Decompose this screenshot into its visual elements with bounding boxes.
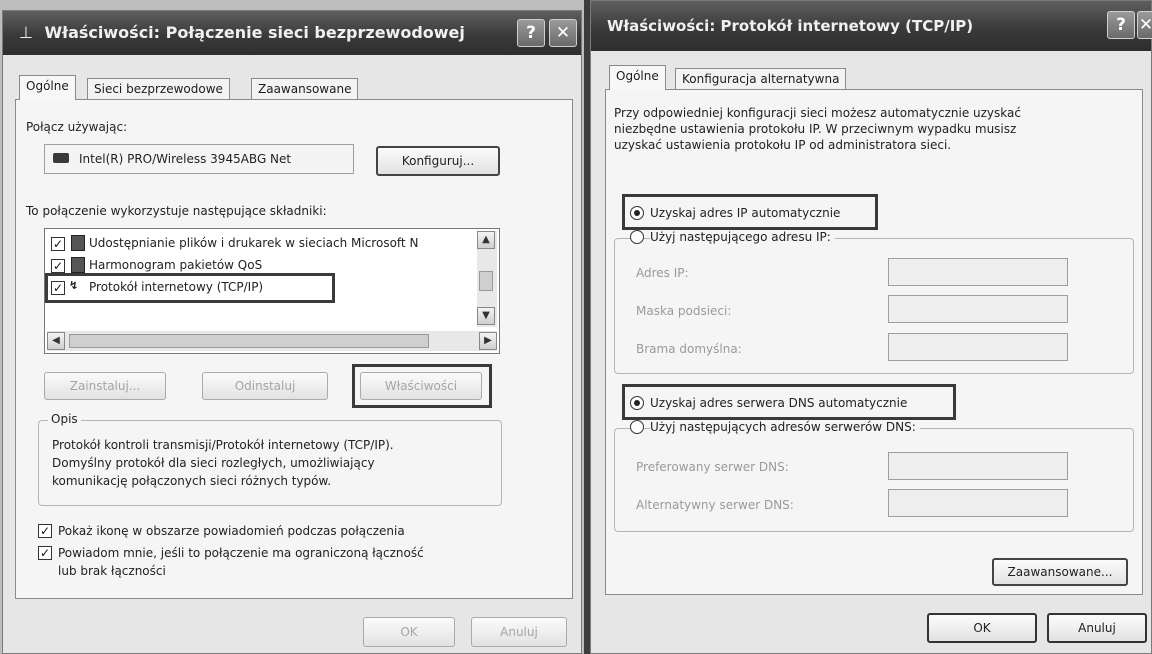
adapter-field: Intel(R) PRO/Wireless 3945ABG Net [44,144,354,174]
uninstall-button-label: Odinstaluj [234,379,296,393]
install-button[interactable]: Zainstaluj... [44,372,166,400]
cancel-button[interactable]: Anuluj [471,617,567,647]
intro-line: uzyskać ustawienia protokołu IP od admin… [614,138,952,152]
qos-scheduler-icon [71,257,85,273]
components-label: To połączenie wykorzystuje następujące s… [26,204,327,218]
manual-dns-radio[interactable] [630,420,644,434]
ip-address-label: Adres IP: [636,266,689,280]
right-title-bar[interactable]: Właściwości: Protokół internetowy (TCP/I… [591,1,1151,51]
general-tab-panel: Połącz używając: Intel(R) PRO/Wireless 3… [15,99,573,599]
component-label[interactable]: Harmonogram pakietów QoS [89,258,262,272]
component-checkbox[interactable]: ✓ [51,237,65,251]
preferred-dns-field[interactable] [888,452,1068,480]
cancel-button-label: Anuluj [1078,621,1116,635]
preferred-dns-label: Preferowany serwer DNS: [636,460,789,474]
subnet-label: Maska podsieci: [636,304,732,318]
notify-label-continued[interactable]: lub brak łączności [58,564,166,578]
install-button-label: Zainstaluj... [69,379,141,393]
window-app-icon: ⊥ [19,23,33,42]
intro-line: niezbędne ustawienia protokołu IP. W prz… [614,122,1017,136]
network-share-icon [71,235,85,251]
show-icon-checkbox[interactable]: ✓ [38,524,52,538]
alternate-dns-field[interactable] [888,489,1068,517]
ok-button[interactable]: OK [927,613,1037,643]
description-line: Protokół kontroli transmisji/Protokół in… [52,438,394,452]
network-card-icon [53,153,69,163]
close-button[interactable]: ✕ [1137,11,1152,39]
description-group-title: Opis [48,412,81,426]
scroll-thumb[interactable] [479,271,493,291]
advanced-button[interactable]: Zaawansowane... [992,558,1128,586]
description-line: komunikację połączonych sieci różnych ty… [52,474,332,488]
ok-button-label: OK [400,625,418,639]
cancel-button-label: Anuluj [500,625,538,639]
tab-general[interactable]: Ogólne [19,75,76,100]
tab-wireless-networks[interactable]: Sieci bezprzewodowe [87,78,230,100]
show-icon-label[interactable]: Pokaż ikonę w obszarze powiadomień podcz… [58,524,405,538]
tcpip-properties-window: Właściwości: Protokół internetowy (TCP/I… [590,0,1152,654]
ok-button[interactable]: OK [363,617,455,647]
uninstall-button[interactable]: Odinstaluj [202,372,328,400]
scroll-right-icon[interactable]: ▶ [479,332,497,350]
gateway-field[interactable] [888,333,1068,361]
scroll-left-icon[interactable]: ◀ [47,332,65,350]
scroll-down-icon[interactable]: ▼ [477,307,495,325]
horizontal-scrollbar[interactable]: ◀ ▶ [47,331,497,351]
configure-button-label: Konfiguruj... [401,154,475,168]
intro-line: Przy odpowiedniej konfiguracji sieci moż… [614,106,1021,120]
close-button[interactable]: ✕ [549,19,577,47]
cancel-button[interactable]: Anuluj [1047,613,1147,643]
notify-label[interactable]: Powiadom mnie, jeśli to połączenie ma og… [58,546,424,560]
component-label[interactable]: Udostępnianie plików i drukarek w siecia… [89,236,469,250]
vertical-scrollbar[interactable]: ▲ ▼ [477,231,497,327]
scroll-up-icon[interactable]: ▲ [477,231,495,249]
left-title-bar[interactable]: ⊥ Właściwości: Połączenie sieci bezprzew… [3,11,581,55]
selected-protocol-highlight [45,273,335,303]
tab-alternate-config[interactable]: Konfiguracja alternatywna [675,68,847,90]
wireless-properties-window: ⊥ Właściwości: Połączenie sieci bezprzew… [2,10,582,654]
help-button[interactable]: ? [517,19,545,47]
advanced-button-label: Zaawansowane... [1007,565,1113,579]
general-tab-panel: Przy odpowiedniej konfiguracji sieci moż… [605,89,1143,595]
configure-button[interactable]: Konfiguruj... [376,146,500,176]
gateway-label: Brama domyślna: [636,342,742,356]
tab-advanced[interactable]: Zaawansowane [251,78,359,100]
description-line: Domyślny protokół dla sieci rozległych, … [52,456,375,470]
ip-address-field[interactable] [888,258,1068,286]
component-checkbox[interactable]: ✓ [51,259,65,273]
manual-dns-label[interactable]: Użyj następujących adresów serwerów DNS: [650,420,920,434]
auto-dns-highlight [622,384,956,420]
manual-ip-radio[interactable] [630,230,644,244]
subnet-field[interactable] [888,295,1068,323]
notify-checkbox[interactable]: ✓ [38,546,52,560]
properties-button-highlight [352,364,492,408]
alternate-dns-label: Alternatywny serwer DNS: [636,498,794,512]
right-window-title: Właściwości: Protokół internetowy (TCP/I… [607,17,974,35]
adapter-name: Intel(R) PRO/Wireless 3945ABG Net [79,152,292,166]
scroll-thumb-horizontal[interactable] [69,334,429,348]
help-button[interactable]: ? [1107,11,1135,39]
auto-ip-highlight [622,194,878,230]
components-list[interactable]: ✓ Udostępnianie plików i drukarek w siec… [44,228,500,354]
left-window-title: Właściwości: Połączenie sieci bezprzewod… [44,23,465,42]
ok-button-label: OK [973,621,991,635]
tab-general[interactable]: Ogólne [609,65,666,90]
manual-ip-label[interactable]: Użyj następującego adresu IP: [650,230,835,244]
connect-using-label: Połącz używając: [26,120,128,134]
